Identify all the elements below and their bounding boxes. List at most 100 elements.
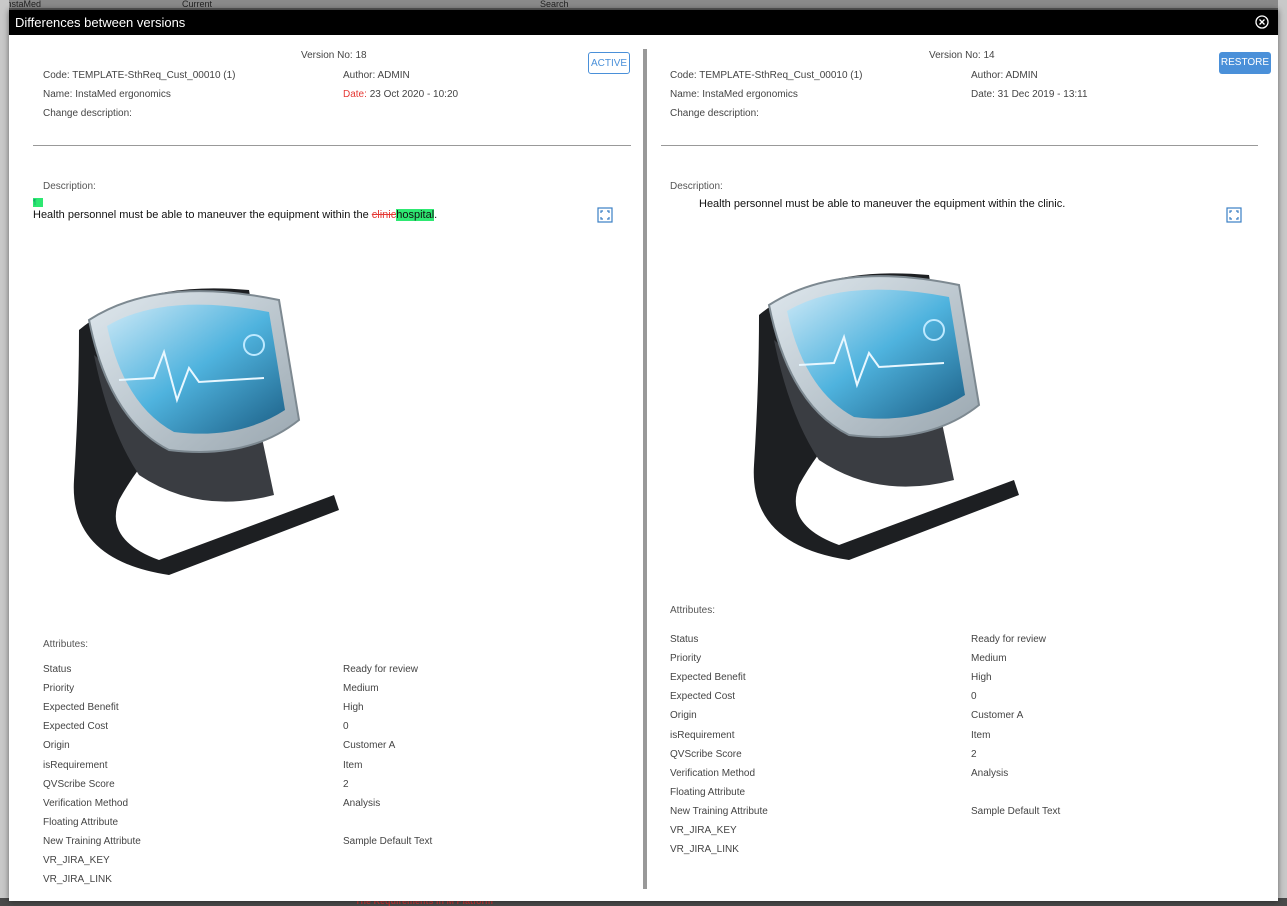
- attribute-row: isRequirement Item: [43, 760, 603, 774]
- attribute-value: Customer A: [343, 740, 396, 752]
- attribute-name: Expected Benefit: [670, 672, 746, 684]
- attribute-row: QVScribe Score 2: [43, 779, 603, 793]
- attribute-value: Medium: [971, 653, 1007, 665]
- attribute-value: Sample Default Text: [343, 835, 433, 847]
- attribute-value: High: [343, 702, 364, 714]
- wearable-device-image: [753, 273, 1019, 560]
- attribute-name: QVScribe Score: [43, 778, 115, 790]
- attribute-value: 2: [971, 748, 977, 760]
- attribute-value: Medium: [343, 683, 379, 695]
- version-number: Version No: 14: [929, 50, 995, 61]
- attribute-name: Status: [43, 664, 72, 675]
- attribute-value: Item: [343, 759, 363, 771]
- attribute-row: QVScribe Score 2: [670, 749, 1230, 763]
- attributes-title: Attributes:: [670, 605, 716, 616]
- attribute-name: Verification Method: [670, 767, 756, 779]
- attribute-row: New Training Attribute Sample Default Tex…: [670, 806, 1230, 820]
- attribute-name: Expected Cost: [43, 721, 109, 733]
- attribute-name: New Training Attribute: [670, 805, 768, 817]
- background-search-label: Search: [540, 0, 569, 9]
- attribute-row: Expected Cost 0: [670, 691, 1230, 705]
- attribute-value: Analysis: [971, 767, 1009, 779]
- attribute-name: isRequirement: [670, 729, 735, 741]
- attribute-row: VR_JIRA_LINK: [670, 844, 1230, 858]
- wearable-device-image: [73, 288, 339, 575]
- close-icon[interactable]: [1254, 14, 1270, 30]
- attribute-name: Expected Benefit: [43, 702, 119, 714]
- restore-button[interactable]: RESTORE: [1219, 52, 1271, 74]
- code-field: Code: TEMPLATE-SthReq_Cust_00010 (1): [670, 70, 863, 81]
- description-label-changed: Description:: [43, 181, 96, 192]
- attribute-row: Expected Benefit High: [670, 672, 1230, 686]
- attribute-row: Verification Method Analysis: [670, 768, 1230, 782]
- attribute-row: Priority Medium: [43, 683, 603, 697]
- background-right-edge: [1278, 0, 1287, 906]
- code-field: Code: TEMPLATE-SthReq_Cust_00010 (1): [43, 70, 236, 81]
- attribute-name: Verification Method: [43, 797, 129, 809]
- attribute-value: Customer A: [971, 710, 1024, 722]
- current-version-pane: Version No: 18 ACTIVE Code: TEMPLATE-Sth…: [9, 35, 642, 901]
- attribute-row: VR_JIRA_LINK: [43, 874, 603, 888]
- attribute-value: Ready for review: [971, 634, 1047, 645]
- date-field: Date: 31 Dec 2019 - 13:11: [971, 89, 1088, 100]
- author-field: Author: ADMIN: [343, 70, 410, 81]
- attribute-row: Verification Method Analysis: [43, 798, 603, 812]
- inserted-paragraph-marker: ¶: [33, 198, 43, 207]
- dialog-titlebar: Differences between versions: [9, 10, 1278, 35]
- attribute-row: Floating Attribute: [670, 787, 1230, 801]
- attribute-row: VR_JIRA_KEY: [670, 825, 1230, 839]
- attribute-row: Status Ready for review: [43, 664, 603, 678]
- attribute-row: Origin Customer A: [43, 740, 603, 754]
- attribute-value: Item: [971, 729, 991, 741]
- description-label: Description:: [670, 181, 723, 192]
- attribute-name: New Training Attribute: [43, 835, 141, 847]
- attribute-row: Floating Attribute: [43, 817, 603, 831]
- description-text-diff: Health personnel must be able to maneuve…: [33, 209, 437, 221]
- attribute-name: Priority: [670, 653, 702, 665]
- attribute-name: Origin: [670, 710, 697, 722]
- change-description-field: Change description:: [670, 108, 759, 119]
- attribute-name: Priority: [43, 683, 75, 695]
- date-field: Date: 23 Oct 2020 - 10:20: [343, 89, 458, 100]
- attribute-row: Expected Cost 0: [43, 721, 603, 735]
- attribute-name: VR_JIRA_LINK: [43, 874, 112, 886]
- attribute-row: New Training Attribute Sample Default Tex…: [43, 836, 603, 850]
- name-field: Name: InstaMed ergonomics: [670, 89, 798, 100]
- attribute-name: Status: [670, 634, 699, 645]
- expand-icon[interactable]: [597, 207, 613, 223]
- attribute-row: VR_JIRA_KEY: [43, 855, 603, 869]
- pane-divider[interactable]: [643, 49, 647, 889]
- attribute-name: isRequirement: [43, 759, 108, 771]
- attribute-value: 0: [343, 721, 349, 733]
- attribute-name: Origin: [43, 740, 70, 752]
- attribute-row: Priority Medium: [670, 653, 1230, 667]
- attributes-title: Attributes:: [43, 639, 89, 650]
- author-field: Author: ADMIN: [971, 70, 1038, 81]
- description-text-end: .: [434, 209, 438, 221]
- background-toolbar: InstaMed Current Search: [0, 0, 1287, 9]
- version-diff-dialog: Differences between versions Version No:…: [9, 10, 1278, 901]
- description-text: Health personnel must be able to maneuve…: [699, 198, 1066, 210]
- date-label-changed: Date:: [343, 89, 367, 100]
- attribute-name: VR_JIRA_KEY: [670, 825, 737, 836]
- header-separator: [33, 145, 631, 146]
- attribute-row: Status Ready for review: [670, 634, 1230, 648]
- active-button[interactable]: ACTIVE: [588, 52, 630, 74]
- attribute-value: 2: [343, 778, 349, 790]
- name-field: Name: InstaMed ergonomics: [43, 89, 171, 100]
- change-description-field: Change description:: [43, 108, 132, 119]
- attribute-row: Origin Customer A: [670, 710, 1230, 724]
- version-number: Version No: 18: [301, 50, 367, 61]
- description-text: Health personnel must be able to maneuve…: [33, 209, 372, 221]
- previous-version-pane: Version No: 14 RESTORE Code: TEMPLATE-St…: [649, 35, 1278, 901]
- expand-icon[interactable]: [1226, 207, 1242, 223]
- attribute-name: Floating Attribute: [670, 786, 746, 798]
- background-project-label: InstaMed: [4, 0, 42, 9]
- attribute-value: Ready for review: [343, 664, 419, 675]
- header-separator: [661, 145, 1258, 146]
- dialog-title: Differences between versions: [15, 15, 186, 30]
- attribute-value: Analysis: [343, 797, 381, 809]
- attribute-row: isRequirement Item: [670, 730, 1230, 744]
- deleted-text: clinic: [371, 209, 397, 221]
- attribute-name: VR_JIRA_KEY: [43, 855, 110, 866]
